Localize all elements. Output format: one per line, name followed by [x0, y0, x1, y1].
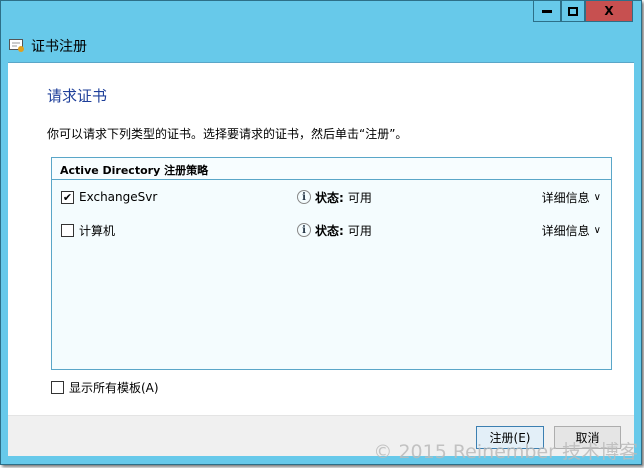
details-label: 详细信息 — [541, 223, 590, 238]
show-all-checkbox[interactable] — [51, 381, 64, 394]
status-label: 状态: — [315, 223, 344, 238]
policy-header: Active Directory 注册策略 — [52, 158, 611, 180]
details-toggle[interactable]: 详细信息 ∨ — [542, 222, 601, 239]
chevron-down-icon: ∨ — [593, 224, 601, 236]
minimize-icon — [542, 9, 552, 13]
window-title: 证书注册 — [31, 39, 87, 55]
exchangesvr-checkbox[interactable]: ✔ — [61, 190, 74, 204]
watermark: © 2015 Reinember 技术博客 — [373, 441, 638, 463]
maximize-button[interactable] — [561, 1, 585, 22]
template-name: ExchangeSvr — [79, 190, 158, 204]
status-label: 状态: — [315, 190, 344, 205]
maximize-icon — [568, 6, 578, 16]
show-all-templates[interactable]: 显示所有模板(A) — [51, 379, 159, 396]
computer-checkbox[interactable] — [61, 223, 74, 237]
client-area: 请求证书 你可以请求下列类型的证书。选择要请求的证书，然后单击“注册”。 Act… — [8, 62, 634, 456]
details-label: 详细信息 — [541, 190, 590, 205]
page-description: 你可以请求下列类型的证书。选择要请求的证书，然后单击“注册”。 — [47, 127, 408, 141]
policy-panel: Active Directory 注册策略 ✔ ExchangeSvr i 状态:… — [51, 157, 612, 370]
status: i 状态: 可用 — [297, 222, 372, 239]
page-heading: 请求证书 — [47, 87, 108, 105]
list-item: ✔ ExchangeSvr i 状态: 可用 详细信息 ∨ — [61, 188, 601, 206]
dialog-window: X 证书注册 请求证书 你可以请求下列类型的证书。选择要请求的证书，然后单击“注… — [0, 0, 642, 465]
template-name: 计算机 — [79, 223, 116, 238]
info-icon: i — [297, 223, 311, 237]
info-icon: i — [297, 190, 311, 204]
close-button[interactable]: X — [585, 1, 633, 22]
details-toggle[interactable]: 详细信息 ∨ — [542, 189, 601, 206]
status-value: 可用 — [347, 223, 372, 238]
certificate-icon — [9, 39, 24, 52]
check-icon: ✔ — [62, 190, 73, 204]
list-item: 计算机 i 状态: 可用 详细信息 ∨ — [61, 221, 601, 239]
title-bar: 证书注册 — [9, 36, 87, 56]
status-value: 可用 — [347, 190, 372, 205]
chevron-down-icon: ∨ — [593, 191, 601, 203]
minimize-button[interactable] — [533, 1, 561, 22]
status: i 状态: 可用 — [297, 189, 372, 206]
show-all-label: 显示所有模板(A) — [69, 381, 159, 395]
